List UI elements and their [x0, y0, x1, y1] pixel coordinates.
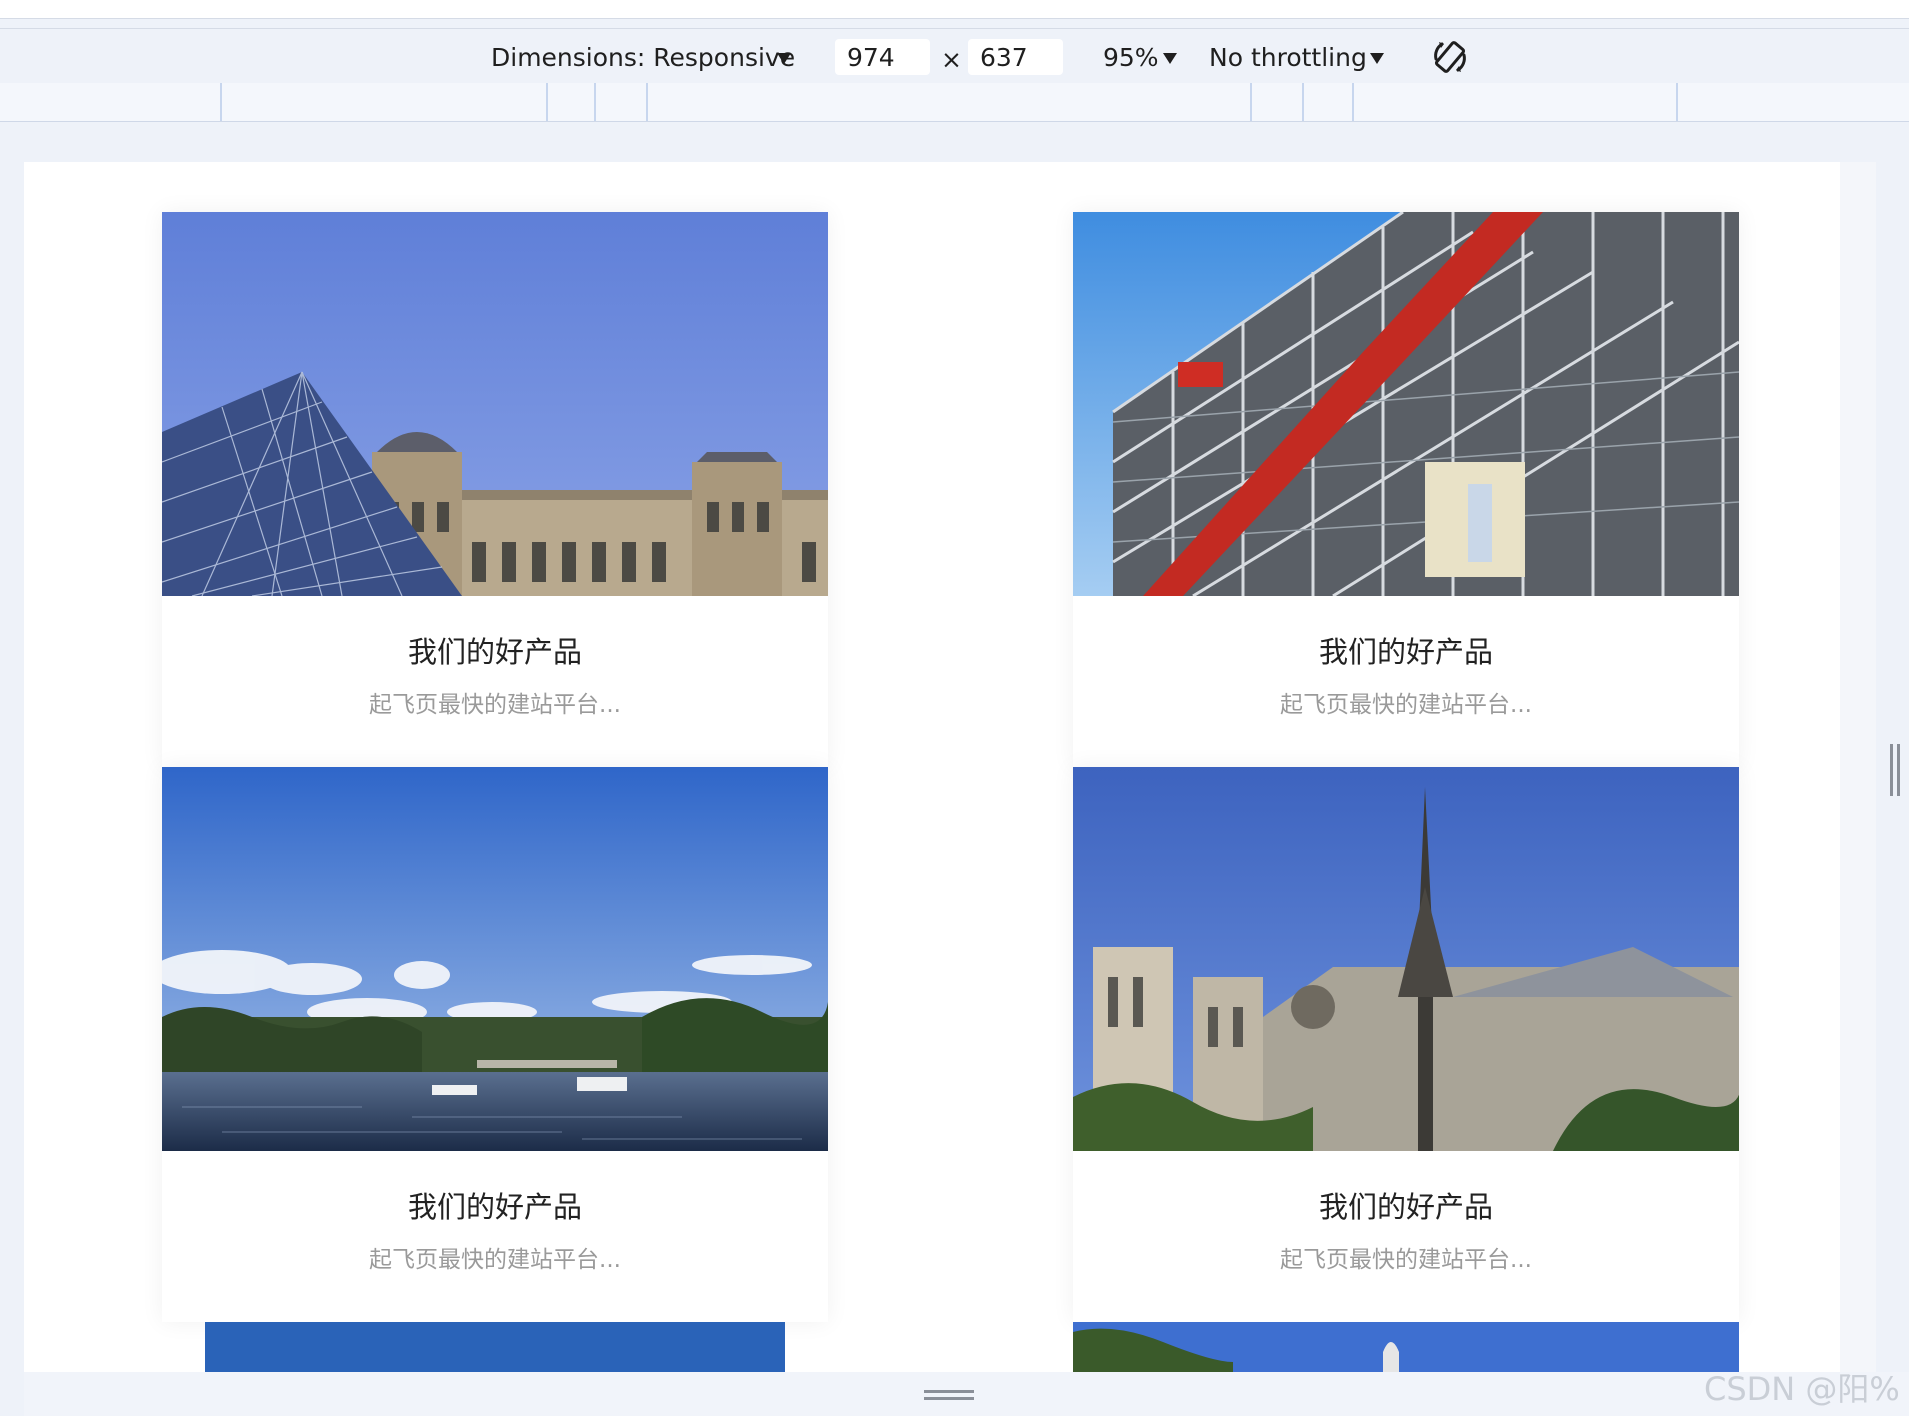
- card-title: 我们的好产品: [407, 635, 582, 669]
- zoom-dropdown[interactable]: 95%: [1103, 43, 1159, 73]
- louvre-pyramid-image: [162, 212, 828, 596]
- notre-dame-image: [1073, 767, 1739, 1151]
- media-query-bar[interactable]: [0, 83, 1909, 122]
- seine-river-image: [162, 767, 828, 1151]
- emulated-viewport: 我们的好产品 起飞页最快的建站平台... 我们的好产品 起飞页最快的建站平台..…: [24, 162, 1876, 1372]
- card-description: 起飞页最快的建站平台...: [1280, 692, 1532, 718]
- product-card[interactable]: 我们的好产品 起飞页最快的建站平台...: [1073, 767, 1739, 1322]
- card-title: 我们的好产品: [407, 1190, 582, 1224]
- throttling-caret-icon[interactable]: [1370, 53, 1384, 64]
- media-query-marker[interactable]: [594, 83, 596, 121]
- viewport-bottom-bar: [24, 1372, 1909, 1416]
- next-card-image-partial: [1073, 1322, 1739, 1372]
- card-title: 我们的好产品: [1318, 635, 1493, 669]
- times-sign: ×: [941, 45, 962, 74]
- media-query-marker[interactable]: [1352, 83, 1354, 121]
- zoom-caret-icon[interactable]: [1163, 53, 1177, 64]
- viewport-scroll-gutter: [1840, 162, 1876, 1372]
- device-toolbar: Dimensions: Responsive × 95% No throttli…: [0, 28, 1909, 84]
- media-query-marker[interactable]: [220, 83, 222, 121]
- rotate-device-icon[interactable]: [1430, 37, 1470, 77]
- product-card[interactable]: 我们的好产品 起飞页最快的建站平台...: [162, 767, 828, 1322]
- next-card-image-partial: [205, 1322, 785, 1372]
- pompidou-centre-image: [1073, 212, 1739, 596]
- media-query-marker[interactable]: [646, 83, 648, 121]
- height-input[interactable]: [968, 39, 1063, 75]
- card-description: 起飞页最快的建站平台...: [1280, 1247, 1532, 1273]
- product-card[interactable]: 我们的好产品 起飞页最快的建站平台...: [162, 212, 828, 767]
- media-query-marker[interactable]: [1250, 83, 1252, 121]
- dimensions-dropdown[interactable]: Dimensions: Responsive: [491, 43, 795, 73]
- media-query-marker[interactable]: [1302, 83, 1304, 121]
- csdn-watermark: CSDN @阳%: [1704, 1370, 1900, 1408]
- card-title: 我们的好产品: [1318, 1190, 1493, 1224]
- product-card[interactable]: 我们的好产品 起飞页最快的建站平台...: [1073, 212, 1739, 767]
- throttling-dropdown[interactable]: No throttling: [1209, 43, 1367, 73]
- media-query-marker[interactable]: [1676, 83, 1678, 121]
- resize-handle-right[interactable]: [1890, 744, 1900, 796]
- resize-handle-bottom[interactable]: [924, 1390, 974, 1400]
- width-input[interactable]: [835, 39, 930, 75]
- dimensions-caret-icon[interactable]: [777, 53, 791, 64]
- media-query-marker[interactable]: [546, 83, 548, 121]
- browser-top-strip: [0, 0, 1909, 19]
- card-description: 起飞页最快的建站平台...: [369, 692, 621, 718]
- card-description: 起飞页最快的建站平台...: [369, 1247, 621, 1273]
